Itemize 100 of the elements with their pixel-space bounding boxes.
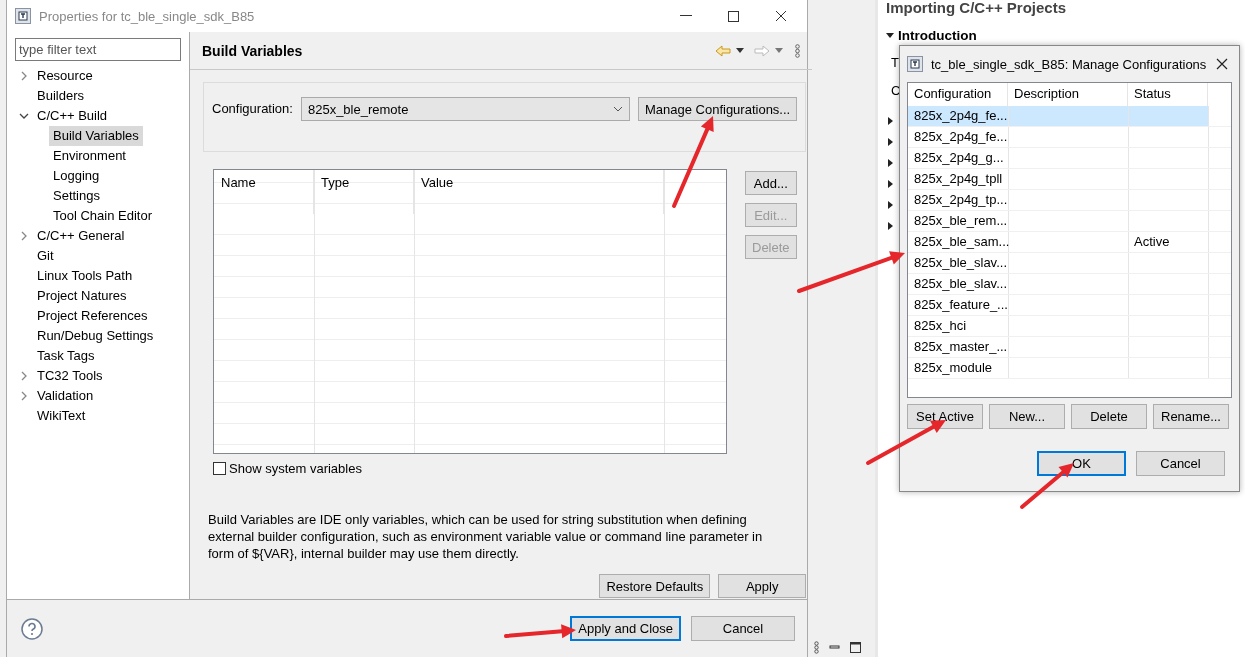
checkbox-label: Show system variables [229,461,362,476]
tree-item[interactable]: Logging [49,166,104,186]
cancel-button[interactable]: Cancel [691,616,795,641]
help-heading: Importing C/C++ Projects [886,0,1067,16]
expand-icon[interactable] [888,199,893,211]
tree-item[interactable]: Project References [33,306,152,326]
configuration-name: 825x_2p4g_tpll [913,170,1004,188]
table-row[interactable]: 825x_ble_rem... [908,211,1231,232]
manage-configurations-button[interactable]: Manage Configurations... [637,97,798,121]
chevron-right-icon[interactable] [20,231,28,241]
tree-item[interactable]: Resource [33,66,97,86]
chevron-right-icon[interactable] [20,371,28,381]
help-icon[interactable] [21,617,43,640]
tree-item[interactable]: Project Natures [33,286,131,306]
dialog-action-button[interactable]: Rename... [1153,404,1229,429]
app-icon [15,8,31,24]
chevron-right-icon[interactable] [20,391,28,401]
expand-icon[interactable] [888,136,893,148]
expand-icon[interactable] [888,178,893,190]
annotation-arrow [1020,463,1074,509]
section-title: Introduction [898,28,977,43]
close-icon[interactable] [1216,58,1228,70]
expand-icon[interactable] [888,157,893,169]
expand-icon[interactable] [888,220,893,232]
column-header[interactable]: Value [414,170,664,214]
expand-icon[interactable] [888,115,893,127]
configuration-name: 825x_2p4g_tp... [913,191,1008,209]
table-row[interactable]: 825x_2p4g_g... [908,148,1231,169]
configuration-label: Configuration: [212,100,293,118]
tree-item[interactable]: Environment [49,146,130,166]
tree-item[interactable]: C/C++ Build [33,106,112,126]
dialog-title: tc_ble_single_sdk_B85: Manage Configurations [931,56,1208,72]
minimize-icon[interactable] [829,642,840,652]
table-row[interactable]: 825x_2p4g_fe... [908,127,1231,148]
more-icon[interactable] [795,43,801,58]
table-action-button[interactable]: Add... [745,171,797,195]
checkbox[interactable] [213,462,226,475]
table-row[interactable]: 825x_2p4g_tpll [908,169,1231,190]
caret-icon[interactable] [736,48,745,53]
dialog-action-button[interactable]: Set Active [907,404,983,429]
tree-item[interactable]: TC32 Tools [33,366,107,386]
annotation-arrow [504,624,576,639]
chevron-down-icon[interactable] [19,112,29,120]
apply-and-close-button[interactable]: Apply and Close [570,616,681,641]
restore-defaults-button[interactable]: Restore Defaults [599,574,711,598]
table-row[interactable]: 825x_module [908,358,1231,379]
caret-icon[interactable] [886,33,894,38]
chevron-right-icon[interactable] [20,71,28,81]
description-text: Build Variables are IDE only variables, which can be used for string substitution when defining external builder configuration, such as environment variable value or command line parameter in form of ${VAR}, internal builder may use them directly. [208,511,764,562]
configuration-name: 825x_master_... [913,338,1008,356]
dialog-action-button[interactable]: Delete [1071,404,1147,429]
configuration-name: 825x_ble_sam... [913,233,1008,251]
page-title: Build Variables [202,42,304,59]
configuration-name: 825x_module [913,359,994,377]
tree-item[interactable]: Tool Chain Editor [49,206,156,226]
configuration-name: 825x_ble_rem... [913,212,1008,230]
tree-item[interactable]: Linux Tools Path [33,266,137,286]
app-icon [907,56,923,72]
help-text: T [891,56,899,70]
configuration-name: 825x_feature_... [913,296,1008,314]
table-row[interactable]: 825x_2p4g_fe... [908,106,1231,127]
table-row[interactable]: 825x_ble_slav... [908,274,1231,295]
status-text: Active [1133,233,1171,251]
dialog-action-button[interactable]: New... [989,404,1065,429]
tree-item[interactable]: Git [33,246,58,266]
configuration-name: 825x_2p4g_fe... [913,107,1008,125]
window-title: Properties for tc_ble_single_sdk_B85 [39,8,256,24]
table-row[interactable]: 825x_ble_sam... Active [908,232,1231,253]
column-header[interactable]: Name [214,170,314,214]
minimize-icon[interactable] [680,15,692,17]
table-row[interactable]: 825x_ble_slav... [908,253,1231,274]
tree-item[interactable]: C/C++ General [33,226,129,246]
tree-item[interactable]: WikiText [33,406,90,426]
configuration-name: 825x_hci [913,317,968,335]
table-row[interactable]: 825x_hci [908,316,1231,337]
column-header[interactable]: Type [314,170,414,214]
tree-item[interactable]: Validation [33,386,98,406]
ok-button[interactable]: OK [1037,451,1126,476]
maximize-icon[interactable] [728,10,739,22]
tree-item[interactable]: Run/Debug Settings [33,326,158,346]
configuration-dropdown[interactable]: 825x_ble_remote [300,97,630,121]
close-icon[interactable] [775,10,787,22]
apply-button[interactable]: Apply [718,574,807,598]
tree-item[interactable]: Builders [33,86,88,106]
tree-item[interactable]: Settings [49,186,104,206]
table-row[interactable]: 825x_2p4g_tp... [908,190,1231,211]
configuration-name: 825x_ble_slav... [913,275,1008,293]
maximize-icon[interactable] [850,641,861,653]
table-row[interactable]: 825x_master_... [908,337,1231,358]
configuration-name: 825x_2p4g_g... [913,149,1005,167]
filter-field[interactable]: type filter text [15,38,181,61]
help-text: C [891,84,901,98]
configuration-name: 825x_2p4g_fe... [913,128,1008,146]
more-icon[interactable] [814,640,819,654]
cancel-button[interactable]: Cancel [1136,451,1225,476]
configuration-name: 825x_ble_slav... [913,254,1008,272]
tree-item[interactable]: Build Variables [49,126,143,146]
table-row[interactable]: 825x_feature_... [908,295,1231,316]
chevron-down-icon [612,106,623,112]
tree-item[interactable]: Task Tags [33,346,99,366]
